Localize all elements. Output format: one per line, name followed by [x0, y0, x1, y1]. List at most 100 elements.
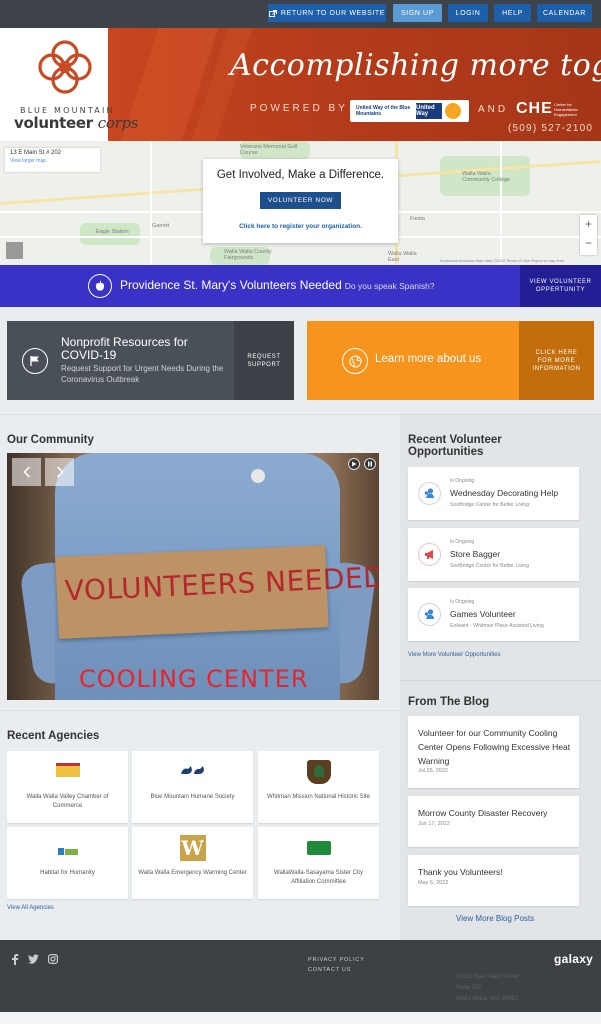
blog-post-date: May 6, 2022	[418, 880, 449, 886]
top-nav: RETURN TO OUR WEBSITE SIGN UP LOGIN HELP…	[0, 0, 601, 28]
powered-by-label: POWERED BY	[250, 103, 348, 114]
blog-post-card[interactable]: Thank you Volunteers! May 6, 2022	[408, 855, 579, 906]
agency-card[interactable]: Whitman Mission National Historic Site	[258, 751, 379, 823]
blog-post-date: Jun 17, 2022	[418, 821, 450, 827]
our-community-heading: Our Community	[7, 434, 94, 446]
megaphone-icon	[418, 543, 441, 566]
map-pegman-icon[interactable]	[6, 242, 23, 259]
logo-word-volunteer: volunteer	[14, 114, 93, 132]
community-slideshow[interactable]: VOLUNTEERS NEEDED COOLING CENTER	[7, 453, 379, 700]
agency-card[interactable]: Habitat for Humanity	[7, 827, 128, 899]
logo-text-big: volunteer corps	[14, 114, 138, 132]
agency-card[interactable]: Blue Mountain Humane Society	[132, 751, 253, 823]
warming-center-logo: W	[179, 835, 206, 861]
agency-name: Walla Walla Emergency Warming Center	[138, 870, 247, 876]
opportunity-card[interactable]: Is Ongoing Store Bagger SonBridge Center…	[408, 528, 579, 581]
play-button[interactable]	[348, 458, 360, 470]
footer-address: 13 1/2 East Main Street Suite 202 Walla …	[456, 972, 519, 1005]
flag-icon	[22, 348, 48, 374]
and-label: AND	[478, 104, 509, 115]
bottom-bar	[0, 1012, 601, 1024]
blog-post-card[interactable]: Morrow County Disaster Recovery Jun 17, …	[408, 796, 579, 847]
opportunity-org: SonBridge Center for Better Living	[450, 563, 530, 569]
pause-button[interactable]	[364, 458, 376, 470]
photo-pin-badge	[251, 469, 265, 483]
contact-us-link[interactable]: CONTACT US	[308, 965, 365, 975]
opportunity-card[interactable]: Is Ongoing Games Volunteer Enlivant - Wh…	[408, 588, 579, 641]
volunteer-now-button[interactable]: VOLUNTEER NOW	[260, 192, 341, 209]
map-label: Walla Walla Community College	[462, 171, 510, 183]
login-button[interactable]: LOGIN	[448, 4, 488, 22]
united-way-logo[interactable]: United Way of the Blue Mountains United …	[350, 100, 469, 122]
habitat-logo	[57, 843, 79, 855]
calendar-button[interactable]: CALENDAR	[537, 4, 592, 22]
blog-post-date: Jul 25, 2022	[418, 768, 448, 774]
volunteer-corps-logo-icon[interactable]	[36, 38, 94, 96]
register-organization-link[interactable]: Click here to register your organization…	[203, 223, 398, 230]
map-footer[interactable]: Keyboard shortcuts Map data ©2022 Terms …	[440, 258, 565, 263]
galaxy-logo[interactable]: galaxy	[554, 952, 593, 966]
view-more-opportunities-link[interactable]: View More Volunteer Opportunities	[408, 652, 501, 658]
request-support-button[interactable]: REQUEST SUPPORT	[234, 321, 294, 400]
volunteers-needed-sign: VOLUNTEERS NEEDED	[55, 545, 379, 639]
section-divider	[0, 710, 400, 711]
agency-card[interactable]: Walla Walla Valley Chamber of Commerce	[7, 751, 128, 823]
blog-post-title: Thank you Volunteers!	[418, 867, 503, 877]
sign-up-button[interactable]: SIGN UP	[393, 4, 442, 22]
agency-name: Whitman Mission National Historic Site	[266, 794, 371, 800]
play-icon	[352, 461, 357, 467]
instagram-icon[interactable]	[48, 954, 58, 964]
footer: PRIVACY POLICY CONTACT US 13 1/2 East Ma…	[0, 940, 601, 1012]
che-logo[interactable]: CHE	[516, 100, 553, 118]
agency-card[interactable]: WallaWalla-Sasayama Sister City Affiliat…	[258, 827, 379, 899]
previous-slide-button[interactable]	[12, 458, 41, 486]
logo-word-corps: corps	[97, 114, 139, 132]
providence-heading: Providence St. Mary's Volunteers Needed	[120, 278, 342, 292]
agency-card[interactable]: W Walla Walla Emergency Warming Center	[132, 827, 253, 899]
blog-post-title: Volunteer for our Community Cooling Cent…	[418, 728, 571, 766]
map-zoom-control: + −	[580, 215, 597, 255]
blog-post-card[interactable]: Volunteer for our Community Cooling Cent…	[408, 716, 579, 788]
banner-tagline: Accomplishing more together	[230, 48, 601, 83]
map-label: Eagle Station	[96, 229, 129, 235]
zoom-in-button[interactable]: +	[580, 215, 597, 234]
view-volunteer-opportunity-button[interactable]: VIEW VOLUNTEER OPPERTUNITY	[520, 265, 601, 307]
covid-subtitle: Request Support for Urgent Needs During …	[61, 364, 224, 384]
next-slide-button[interactable]	[45, 458, 74, 486]
nps-tree	[313, 765, 324, 777]
header-banner: BLUE MOUNTAIN volunteer corps Accomplish…	[0, 28, 601, 141]
che-subtitle: Center for Humanitarian Engagement	[554, 102, 578, 117]
more-information-button[interactable]: CLICK HERE FOR MORE INFORMATION	[519, 321, 594, 400]
address-line: Suite 202	[456, 985, 482, 991]
providence-title: Providence St. Mary's Volunteers Needed D…	[120, 278, 435, 292]
zoom-out-button[interactable]: −	[580, 234, 597, 253]
privacy-policy-link[interactable]: PRIVACY POLICY	[308, 955, 365, 965]
chevron-right-icon	[56, 466, 64, 478]
apple-icon	[88, 274, 112, 298]
view-all-agencies-link[interactable]: View All Agencies	[7, 905, 54, 911]
facebook-icon[interactable]	[11, 954, 19, 965]
phone-number: (509) 527-2100	[508, 123, 594, 134]
map-label: Walla Walla East	[388, 251, 417, 263]
help-button[interactable]: HELP	[494, 4, 531, 22]
opportunity-status: Is Ongoing	[450, 539, 475, 545]
opportunity-title: Store Bagger	[450, 549, 501, 559]
return-to-website-button[interactable]: RETURN TO OUR WEBSITE	[268, 4, 386, 22]
map-label: Walla Walla County Fairgrounds	[224, 249, 272, 261]
map-road	[500, 141, 502, 265]
view-larger-map-link[interactable]: View larger map	[10, 158, 95, 164]
globe-icon	[342, 348, 368, 374]
chevron-left-icon	[22, 466, 30, 478]
opportunity-card[interactable]: Is Ongoing Wednesday Decorating Help Son…	[408, 467, 579, 520]
view-more-blog-posts-link[interactable]: View More Blog Posts	[456, 914, 534, 923]
sister-city-logo	[306, 841, 331, 855]
address-line: Walla Walla, WA 99362	[456, 996, 519, 1002]
embedded-map[interactable]: Veterans Memorial Golf Course Walla Wall…	[0, 141, 601, 265]
pause-icon	[368, 461, 372, 467]
nps-arrowhead-logo	[306, 760, 331, 784]
learn-more-card[interactable]: Learn more about us CLICK HERE FOR MORE …	[307, 321, 594, 400]
twitter-icon[interactable]	[28, 954, 39, 964]
cooling-center-overlay: COOLING CENTER	[79, 665, 309, 693]
united-way-badge: United Way	[416, 103, 442, 119]
covid-resources-card[interactable]: Nonprofit Resources for COVID-19 Request…	[7, 321, 294, 400]
